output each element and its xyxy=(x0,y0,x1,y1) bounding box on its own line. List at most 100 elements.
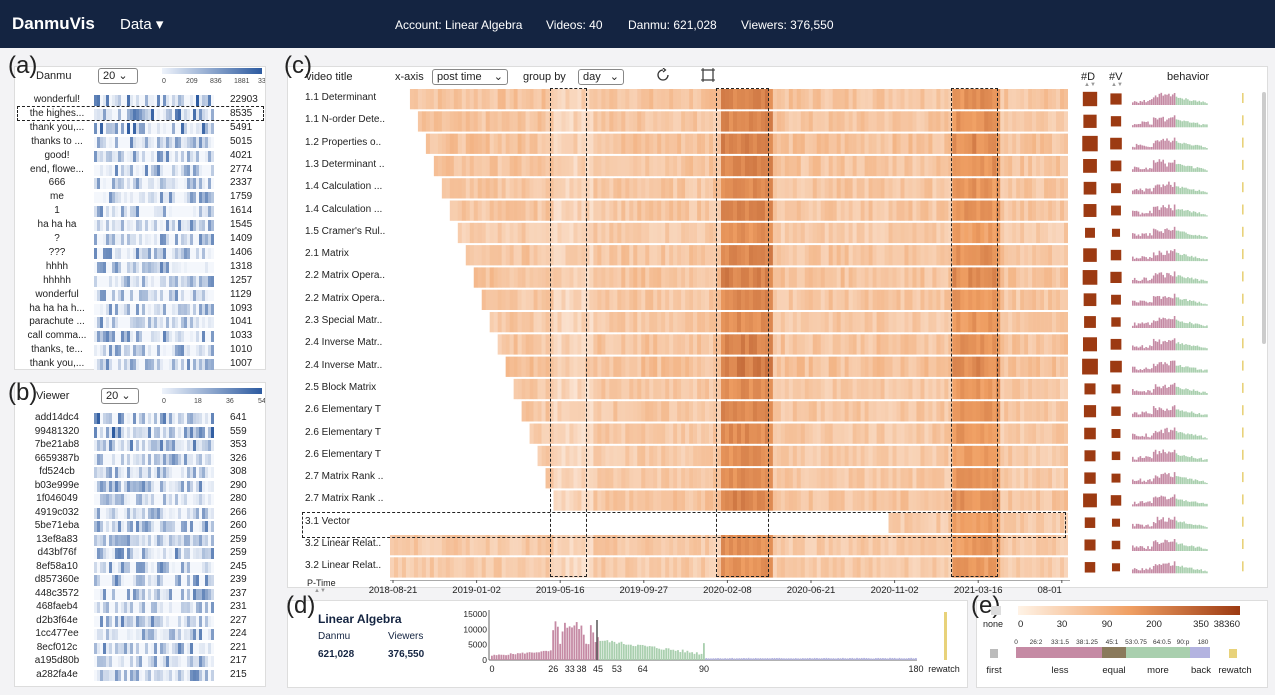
list-item-heatstrip[interactable] xyxy=(94,494,214,505)
list-item-heatstrip[interactable] xyxy=(94,575,214,586)
list-item-label[interactable]: fd524cb xyxy=(22,466,92,477)
list-item-heatstrip[interactable] xyxy=(94,331,214,343)
list-item-label[interactable]: wonderful xyxy=(20,289,94,300)
list-item-label[interactable]: ??? xyxy=(20,247,94,258)
list-item-label[interactable]: 4919c032 xyxy=(22,507,92,518)
list-item-heatstrip[interactable] xyxy=(94,534,214,546)
list-item-label[interactable]: 8ef58a10 xyxy=(22,561,92,572)
list-item-label[interactable]: d43bf76f xyxy=(22,547,92,558)
list-item-label[interactable]: add14dc4 xyxy=(22,412,92,423)
video-title[interactable]: 1.1 Determinant xyxy=(305,92,376,103)
list-item-heatstrip[interactable] xyxy=(94,629,214,640)
list-item-label[interactable]: hhhhh xyxy=(20,275,94,286)
groupby-select[interactable]: day ⌄ xyxy=(578,69,624,85)
danmu-count-select[interactable]: 20 ⌄ xyxy=(98,68,138,84)
list-item-heatstrip[interactable] xyxy=(94,261,214,273)
list-item-label[interactable]: 13ef8a83 xyxy=(22,534,92,545)
list-item-label[interactable]: thank you,... xyxy=(20,122,94,133)
list-item-label[interactable]: thanks to ... xyxy=(20,136,94,147)
viewer-count-select[interactable]: 20 ⌄ xyxy=(101,388,139,404)
list-item-label[interactable]: 448c3572 xyxy=(22,588,92,599)
video-title[interactable]: 2.2 Matrix Opera.. xyxy=(305,270,385,281)
list-item-heatstrip[interactable] xyxy=(94,602,214,613)
brush-select-icon[interactable] xyxy=(701,68,715,82)
video-title[interactable]: 2.6 Elementary T xyxy=(305,427,381,438)
list-item-heatstrip[interactable] xyxy=(94,164,214,176)
list-item-heatstrip[interactable] xyxy=(94,656,214,667)
video-title[interactable]: 1.2 Properties o.. xyxy=(305,137,381,148)
vertical-scrollbar[interactable] xyxy=(1262,92,1266,344)
video-title[interactable]: 2.2 Matrix Opera.. xyxy=(305,293,385,304)
list-item-heatstrip[interactable] xyxy=(94,561,214,573)
list-item-heatstrip[interactable] xyxy=(94,247,214,259)
refresh-icon[interactable] xyxy=(656,68,670,82)
list-item-heatstrip[interactable] xyxy=(94,122,214,134)
list-item-label[interactable]: end, flowe... xyxy=(20,164,94,175)
list-item-heatstrip[interactable] xyxy=(94,453,214,465)
list-item-heatstrip[interactable] xyxy=(94,642,214,654)
list-item-label[interactable]: 666 xyxy=(20,177,94,188)
video-title[interactable]: 2.7 Matrix Rank .. xyxy=(305,471,383,482)
list-item-heatstrip[interactable] xyxy=(94,206,214,218)
video-title[interactable]: 2.6 Elementary T xyxy=(305,404,381,415)
list-item-label[interactable]: 1f046049 xyxy=(22,493,92,504)
list-item-heatstrip[interactable] xyxy=(94,317,214,329)
list-item-heatstrip[interactable] xyxy=(94,467,214,478)
list-item-label[interactable]: 1 xyxy=(20,205,94,216)
video-title[interactable]: 1.1 N-order Dete.. xyxy=(305,114,385,125)
xaxis-select[interactable]: post time ⌄ xyxy=(432,69,508,85)
list-item-label[interactable]: thank you,... xyxy=(20,358,94,369)
list-item-heatstrip[interactable] xyxy=(94,178,214,190)
list-item-label[interactable]: ha ha ha xyxy=(20,219,94,230)
list-item-heatstrip[interactable] xyxy=(94,275,214,287)
list-item-heatstrip[interactable] xyxy=(94,192,214,204)
video-title[interactable]: 2.7 Matrix Rank .. xyxy=(305,493,383,504)
list-item-heatstrip[interactable] xyxy=(94,669,214,681)
video-title[interactable]: 1.5 Cramer's Rul.. xyxy=(305,226,385,237)
list-item-label[interactable]: d857360e xyxy=(22,574,92,585)
list-item-heatstrip[interactable] xyxy=(94,480,214,492)
video-title[interactable]: 3.2 Linear Relat.. xyxy=(305,538,381,549)
list-item-label[interactable]: parachute ... xyxy=(20,316,94,327)
list-item-heatstrip[interactable] xyxy=(94,426,214,438)
video-title[interactable]: 2.3 Special Matr.. xyxy=(305,315,382,326)
video-title[interactable]: 1.4 Calculation ... xyxy=(305,204,382,215)
list-item-heatstrip[interactable] xyxy=(94,548,214,559)
list-item-heatstrip[interactable] xyxy=(94,220,214,232)
list-item-label[interactable]: ? xyxy=(20,233,94,244)
video-title[interactable]: 2.5 Block Matrix xyxy=(305,382,376,393)
list-item-label[interactable]: 99481320 xyxy=(22,426,92,437)
list-item-label[interactable]: d2b3f64e xyxy=(22,615,92,626)
video-title[interactable]: 1.4 Calculation ... xyxy=(305,181,382,192)
list-item-heatstrip[interactable] xyxy=(94,150,214,162)
list-item-heatstrip[interactable] xyxy=(94,413,214,424)
sort-arrows-icon[interactable]: ▲▼ xyxy=(314,588,326,594)
list-item-label[interactable]: me xyxy=(20,191,94,202)
list-item-label[interactable]: 468faeb4 xyxy=(22,601,92,612)
list-item-heatstrip[interactable] xyxy=(94,345,214,357)
list-item-label[interactable]: wonderful! xyxy=(20,94,94,105)
data-menu-dropdown[interactable]: Data ▾ xyxy=(120,15,163,33)
list-item-heatstrip[interactable] xyxy=(94,359,214,371)
list-item-heatstrip[interactable] xyxy=(94,95,214,106)
list-item-label[interactable]: 8ecf012c xyxy=(22,642,92,653)
list-item-label[interactable]: thanks, te... xyxy=(20,344,94,355)
video-title[interactable]: 2.4 Inverse Matr.. xyxy=(305,337,382,348)
list-item-label[interactable]: 7be21ab8 xyxy=(22,439,92,450)
video-title[interactable]: 2.4 Inverse Matr.. xyxy=(305,360,382,371)
video-title[interactable]: 2.6 Elementary T xyxy=(305,449,381,460)
list-item-label[interactable]: ha ha ha h... xyxy=(20,303,94,314)
video-title[interactable]: 1.3 Determinant .. xyxy=(305,159,384,170)
list-item-heatstrip[interactable] xyxy=(94,615,214,627)
list-item-heatstrip[interactable] xyxy=(94,136,214,148)
list-item-heatstrip[interactable] xyxy=(94,507,214,519)
list-item-label[interactable]: call comma... xyxy=(20,330,94,341)
list-item-label[interactable]: 1cc477ee xyxy=(22,628,92,639)
list-item-heatstrip[interactable] xyxy=(94,588,214,600)
video-title[interactable]: 2.1 Matrix xyxy=(305,248,349,259)
list-item-heatstrip[interactable] xyxy=(94,440,214,451)
list-item-heatstrip[interactable] xyxy=(94,303,214,315)
list-item-label[interactable]: 5be71eba xyxy=(22,520,92,531)
list-item-label[interactable]: hhhh xyxy=(20,261,94,272)
list-item-heatstrip[interactable] xyxy=(94,234,214,245)
